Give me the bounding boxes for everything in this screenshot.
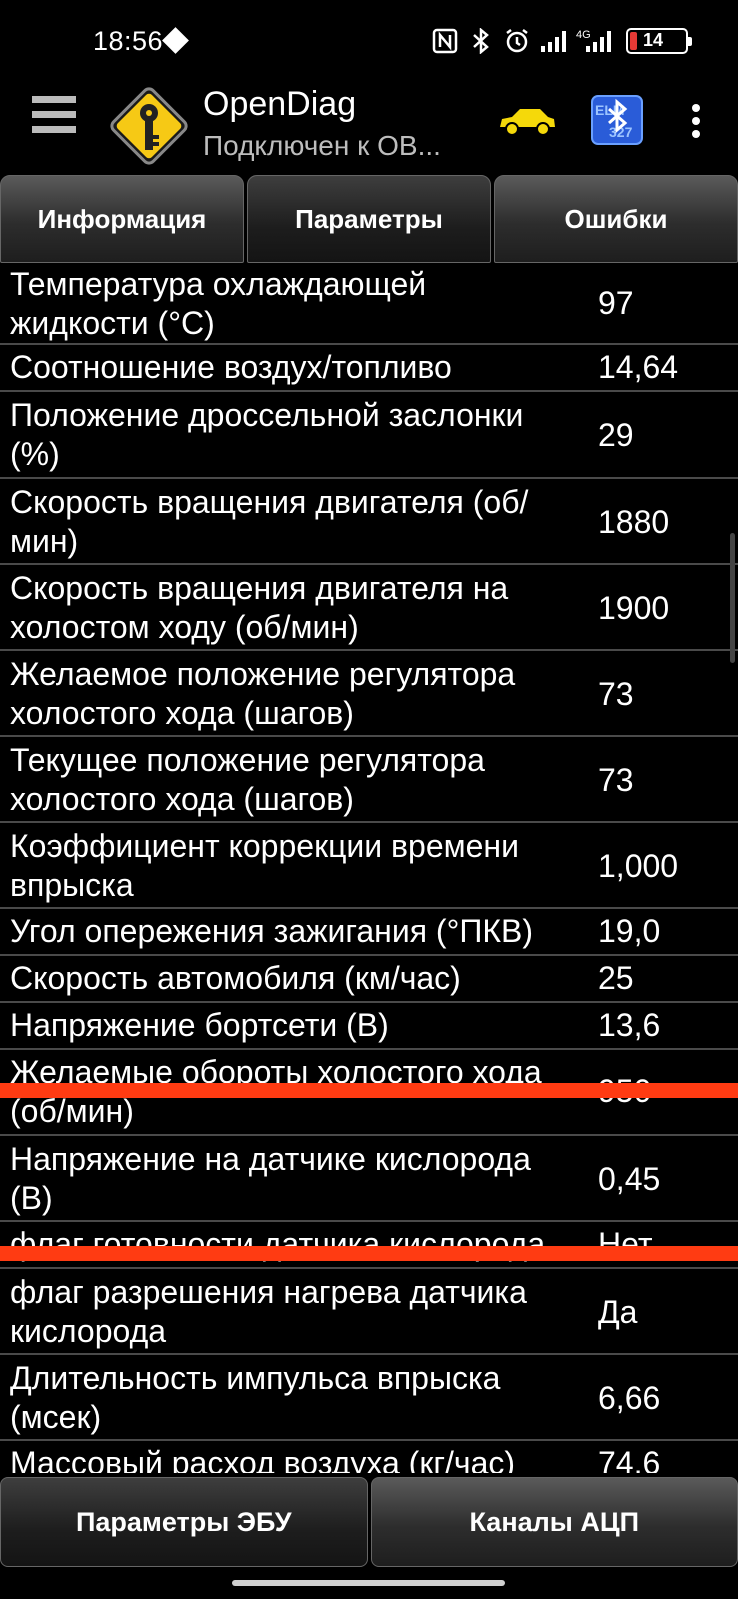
param-label: Массовый расход воздуха (кг/час) xyxy=(10,1445,516,1473)
param-label: Положение дроссельной заслонки (%) xyxy=(10,397,524,472)
app-logo-key-icon xyxy=(103,80,195,172)
nfc-icon xyxy=(432,28,458,54)
app-title: OpenDiag xyxy=(203,85,357,123)
car-icon[interactable] xyxy=(496,105,558,137)
list-item[interactable]: Длительность импульса впрыска (мсек) 6,6… xyxy=(0,1355,738,1441)
alarm-icon xyxy=(504,28,530,54)
param-value: 6,66 xyxy=(598,1380,661,1416)
param-value: 14,64 xyxy=(598,349,679,385)
signal-4g-icon: 4G xyxy=(576,28,616,54)
param-value: 1900 xyxy=(598,590,670,626)
param-label: Напряжение бортсети (В) xyxy=(10,1007,389,1043)
param-label: Желаемое положение регулятора холостого … xyxy=(10,656,516,731)
param-value: 1,000 xyxy=(598,848,679,884)
app-toolbar: OpenDiag Подключен к ОВ... ELM 327 xyxy=(0,80,738,175)
param-value: Да xyxy=(598,1294,638,1330)
param-value: 74,6 xyxy=(598,1445,661,1473)
tab-errors[interactable]: Ошибки xyxy=(494,175,738,263)
red-annotation-line xyxy=(0,1246,738,1261)
list-item[interactable]: Напряжение бортсети (В) 13,6 xyxy=(0,1003,738,1050)
list-item[interactable]: Скорость вращения двигателя (об/ мин) 18… xyxy=(0,479,738,565)
notification-diamond-icon xyxy=(162,27,189,54)
status-time: 18:56 xyxy=(93,26,164,56)
param-value: 19,0 xyxy=(598,913,661,949)
network-label: 4G xyxy=(576,29,591,41)
list-item[interactable]: Массовый расход воздуха (кг/час) 74,6 xyxy=(0,1441,738,1473)
tab-bar: Информация Параметры Ошибки xyxy=(0,175,738,263)
param-label: Соотношение воздух/топливо xyxy=(10,349,452,385)
param-label: Напряжение на датчике кислорода (В) xyxy=(10,1141,531,1216)
param-value: 0,45 xyxy=(598,1161,661,1197)
bluetooth-icon xyxy=(468,27,494,55)
param-label: Скорость вращения двигателя на холостом … xyxy=(10,570,509,645)
param-value: 1880 xyxy=(598,504,670,540)
ecu-params-button[interactable]: Параметры ЭБУ xyxy=(0,1477,368,1567)
red-annotation-line xyxy=(0,1083,738,1098)
param-value: 25 xyxy=(598,960,634,996)
param-label: Скорость вращения двигателя (об/ мин) xyxy=(10,484,529,559)
adc-channels-button[interactable]: Каналы АЦП xyxy=(370,1477,738,1567)
battery-level xyxy=(630,32,637,50)
battery-icon: 14 xyxy=(626,28,692,54)
parameters-list[interactable]: Температура охлаждающей жидкости (°С) 97… xyxy=(0,263,738,1473)
param-value: 13,6 xyxy=(598,1007,661,1043)
list-item[interactable]: Желаемое положение регулятора холостого … xyxy=(0,651,738,737)
tab-parameters[interactable]: Параметры xyxy=(247,175,491,263)
status-icons: 4G 14 xyxy=(432,26,692,56)
param-value: 73 xyxy=(598,676,634,712)
param-label: Скорость автомобиля (км/час) xyxy=(10,960,461,996)
param-label: Текущее положение регулятора холостого х… xyxy=(10,742,485,817)
menu-hamburger-icon[interactable] xyxy=(32,96,76,144)
list-scrollbar[interactable] xyxy=(730,533,735,663)
overflow-menu-icon[interactable] xyxy=(688,104,704,140)
home-indicator[interactable] xyxy=(232,1580,505,1586)
list-item[interactable]: Коэффициент коррекции времени впрыска 1,… xyxy=(0,823,738,909)
list-item[interactable]: Скорость автомобиля (км/час) 25 xyxy=(0,956,738,1003)
battery-percent: 14 xyxy=(643,30,664,50)
list-item[interactable]: Угол опережения зажигания (°ПКВ) 19,0 xyxy=(0,909,738,956)
signal-icon-1 xyxy=(540,28,566,54)
list-item[interactable]: Соотношение воздух/топливо 14,64 xyxy=(0,345,738,392)
param-value: 73 xyxy=(598,762,634,798)
param-label: флаг разрешения нагрева датчика кислород… xyxy=(10,1274,527,1349)
bottom-button-bar: Параметры ЭБУ Каналы АЦП xyxy=(0,1477,738,1567)
list-item[interactable]: Положение дроссельной заслонки (%) 29 xyxy=(0,392,738,479)
list-item[interactable]: Напряжение на датчике кислорода (В) 0,45 xyxy=(0,1136,738,1222)
status-bar: 18:56 4G 14 xyxy=(0,0,738,80)
param-value: 29 xyxy=(598,417,634,453)
param-value: 97 xyxy=(598,285,634,321)
list-item[interactable]: Скорость вращения двигателя на холостом … xyxy=(0,565,738,651)
param-label: Коэффициент коррекции времени впрыска xyxy=(10,828,519,903)
connection-status: Подключен к ОВ... xyxy=(203,130,441,161)
bluetooth-elm-button-icon[interactable]: ELM 327 xyxy=(591,95,643,145)
tab-info[interactable]: Информация xyxy=(0,175,244,263)
param-label: Угол опережения зажигания (°ПКВ) xyxy=(10,913,534,949)
list-item[interactable]: Температура охлаждающей жидкости (°С) 97 xyxy=(0,263,738,345)
list-item[interactable]: Текущее положение регулятора холостого х… xyxy=(0,737,738,823)
param-label: Длительность импульса впрыска (мсек) xyxy=(10,1360,501,1435)
list-item[interactable]: флаг разрешения нагрева датчика кислород… xyxy=(0,1269,738,1355)
param-label: Температура охлаждающей жидкости (°С) xyxy=(10,266,427,341)
